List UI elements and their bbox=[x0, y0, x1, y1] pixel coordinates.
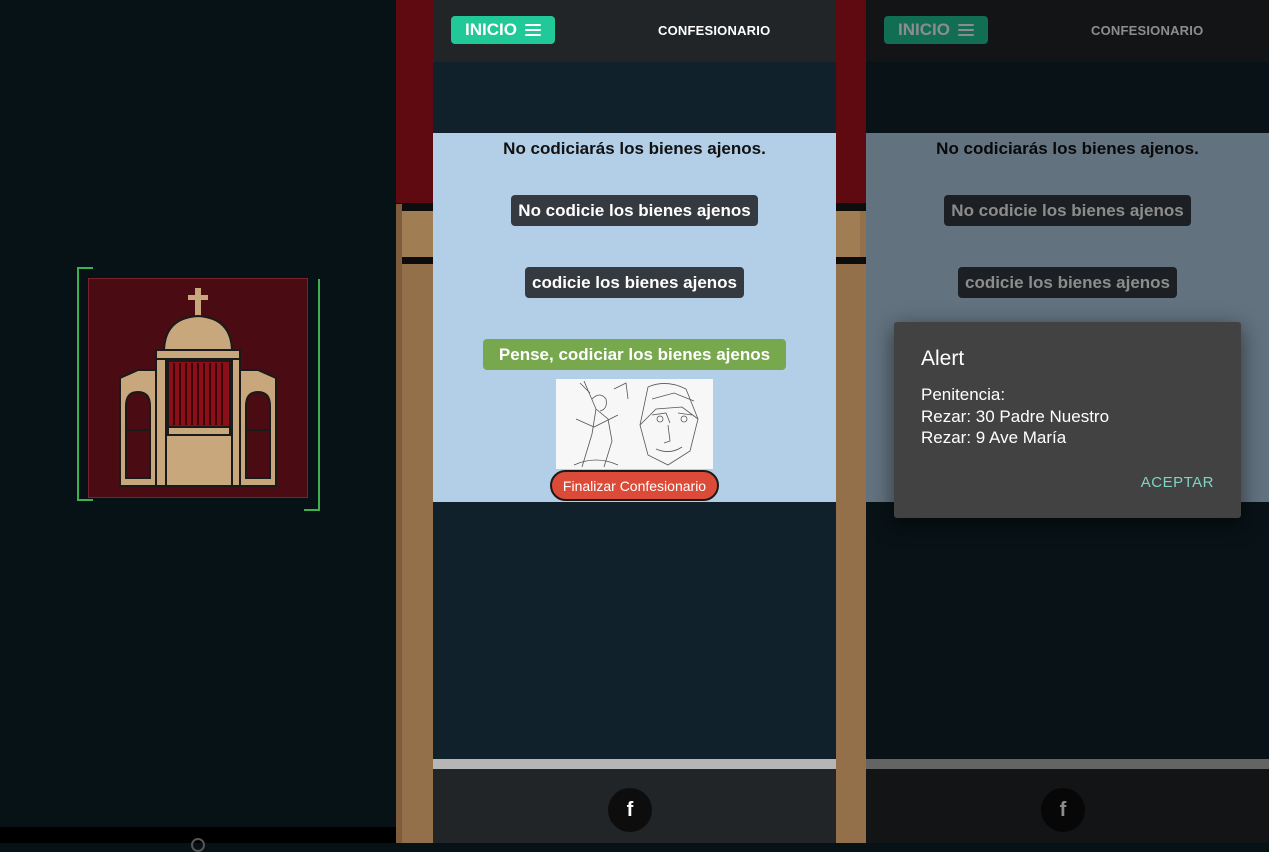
penance-alert-screen: INICIO CONFESIONARIO No codiciarás los b… bbox=[866, 0, 1269, 843]
page-title: CONFESIONARIO bbox=[658, 23, 771, 38]
home-nav-icon[interactable] bbox=[191, 838, 205, 852]
commandment-question: No codiciarás los bienes ajenos. bbox=[503, 139, 766, 158]
facebook-icon[interactable]: f bbox=[608, 788, 652, 832]
penance-alert-dialog: Alert Penitencia: Rezar: 30 Padre Nuestr… bbox=[894, 322, 1241, 518]
alert-line: Rezar: 9 Ave María bbox=[921, 428, 1067, 447]
app-header: INICIO CONFESIONARIO bbox=[433, 0, 836, 62]
app-footer: f bbox=[433, 769, 836, 843]
alert-line: Penitencia: bbox=[921, 385, 1006, 404]
facebook-label: f bbox=[626, 798, 634, 821]
footer-divider bbox=[433, 759, 836, 769]
sketch-image bbox=[556, 379, 713, 469]
frame-edge bbox=[396, 204, 402, 843]
confession-screen: INICIO CONFESIONARIO No codiciarás los b… bbox=[433, 0, 836, 843]
option-button-selected[interactable]: Pense, codiciar los bienes ajenos bbox=[483, 339, 786, 370]
inicio-button[interactable]: INICIO bbox=[451, 16, 555, 44]
inicio-label: INICIO bbox=[465, 20, 517, 39]
question-panel: No codiciarás los bienes ajenos. No codi… bbox=[433, 133, 836, 502]
alert-title: Alert bbox=[921, 347, 965, 370]
menu-icon bbox=[524, 23, 541, 37]
finish-confession-button[interactable]: Finalizar Confesionario bbox=[550, 470, 719, 501]
accept-button[interactable]: ACEPTAR bbox=[1141, 474, 1214, 491]
alert-line: Rezar: 30 Padre Nuestro bbox=[921, 406, 1110, 426]
option-button[interactable]: No codicie los bienes ajenos bbox=[511, 195, 758, 226]
confessional-icon bbox=[87, 277, 309, 499]
alert-message: Penitencia: Rezar: 30 Padre Nuestro Reza… bbox=[921, 384, 1109, 449]
option-button[interactable]: codicie los bienes ajenos bbox=[525, 267, 744, 298]
